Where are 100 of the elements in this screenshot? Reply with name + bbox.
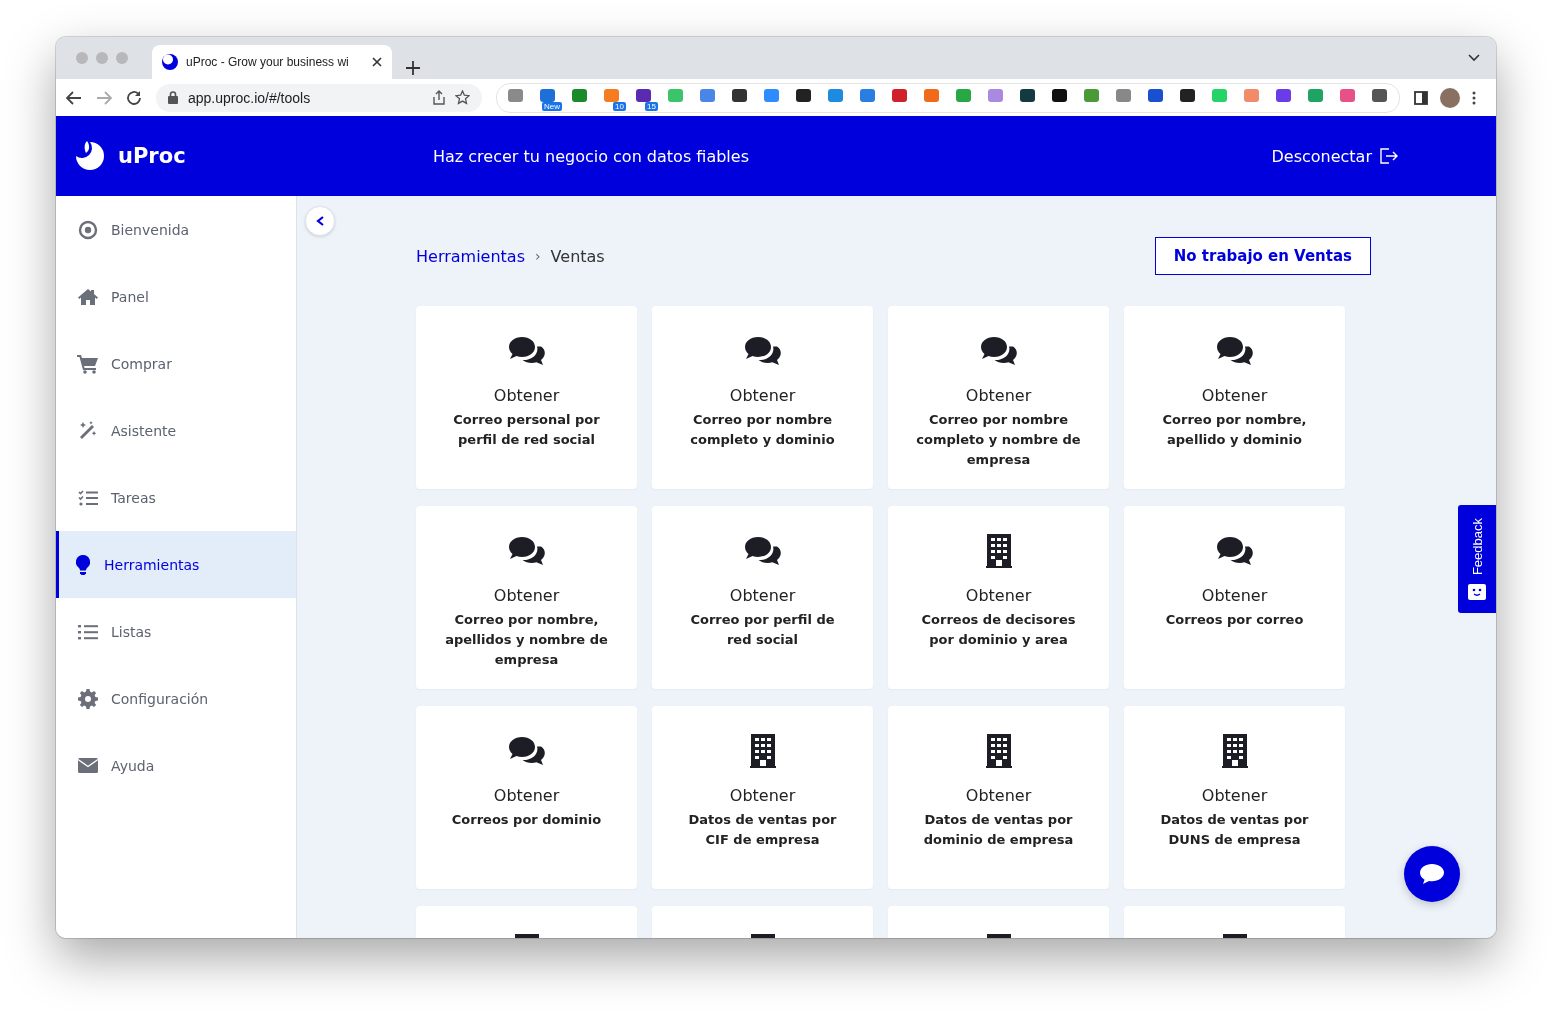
tool-card[interactable]: Obtener Datos de ventas por DUNS de empresa bbox=[1124, 706, 1345, 889]
chat-bubbles-icon bbox=[507, 734, 546, 768]
sidebar-item[interactable]: Tareas bbox=[56, 464, 296, 531]
extension-badge: 15 bbox=[645, 101, 658, 111]
crescent-logo-icon bbox=[162, 54, 178, 70]
card-verb: Obtener bbox=[965, 586, 1032, 605]
sidebar-item[interactable]: Bienvenida bbox=[56, 196, 296, 263]
card-title: Correos de decisores por dominio y area bbox=[920, 611, 1077, 649]
tool-card[interactable]: Obtener Correo por perfil de red social bbox=[652, 506, 873, 689]
card-verb: Obtener bbox=[965, 386, 1032, 405]
extension-icon[interactable] bbox=[1148, 88, 1163, 102]
extension-icon[interactable] bbox=[1052, 88, 1067, 102]
speech-bubble-icon bbox=[1419, 863, 1445, 885]
logout-icon bbox=[1380, 148, 1398, 164]
card-verb: Obtener bbox=[965, 786, 1032, 805]
target-icon bbox=[78, 219, 98, 240]
sidebar-item[interactable]: Listas bbox=[56, 598, 296, 665]
extension-icon[interactable] bbox=[1180, 88, 1195, 102]
sidebar-item[interactable]: Ayuda bbox=[56, 732, 296, 799]
checklist-icon bbox=[78, 489, 98, 506]
chevron-left-icon bbox=[316, 216, 324, 226]
chevron-down-icon[interactable] bbox=[1468, 54, 1480, 62]
card-title: Correo por perfil de red social bbox=[689, 611, 836, 649]
close-icon[interactable] bbox=[372, 57, 382, 67]
extension-icon[interactable] bbox=[1372, 88, 1387, 102]
lock-icon bbox=[168, 91, 178, 104]
sidebar-item[interactable]: Herramientas bbox=[56, 531, 296, 598]
reload-icon[interactable] bbox=[126, 89, 142, 106]
settings-icon bbox=[78, 688, 98, 709]
envelope-icon bbox=[78, 758, 98, 773]
chat-bubbles-icon bbox=[743, 334, 782, 368]
card-verb: Obtener bbox=[493, 786, 560, 805]
magic-wand-icon bbox=[78, 420, 98, 441]
side-panel-icon[interactable] bbox=[1414, 90, 1428, 105]
extension-icon[interactable] bbox=[636, 88, 651, 102]
card-verb: Obtener bbox=[1201, 386, 1268, 405]
card-title: Correo por nombre completo y dominio bbox=[689, 411, 836, 449]
extension-badge: New bbox=[542, 101, 562, 111]
back-arrow-icon[interactable] bbox=[66, 90, 82, 105]
new-tab-icon[interactable] bbox=[406, 61, 420, 75]
tool-card[interactable]: Obtener Correo por nombre, apellidos y nombre de empresa bbox=[416, 506, 637, 689]
extension-icon[interactable] bbox=[732, 88, 747, 102]
card-verb: Obtener bbox=[493, 386, 560, 405]
extension-icon[interactable] bbox=[796, 88, 811, 102]
lightbulb-icon bbox=[76, 554, 90, 575]
avatar-icon[interactable] bbox=[1440, 87, 1460, 108]
card-title: Correo por nombre, apellido y dominio bbox=[1161, 411, 1308, 449]
tool-card[interactable]: Obtener Correos por correo bbox=[1124, 506, 1345, 689]
tool-card[interactable]: Obtener Correo personal por perfil de red social bbox=[416, 306, 637, 489]
tool-card[interactable]: Obtener Datos de ventas por dominio de empresa bbox=[888, 706, 1109, 889]
address-bar[interactable]: app.uproc.io/#/tools bbox=[156, 83, 482, 112]
chat-bubbles-icon bbox=[507, 334, 546, 368]
card-verb: Obtener bbox=[1201, 586, 1268, 605]
card-title: Datos de ventas por CIF de empresa bbox=[687, 811, 838, 849]
tool-card[interactable]: Obtener Correo por nombre, apellido y dominio bbox=[1124, 306, 1345, 489]
tagline: Haz crecer tu negocio con datos fiables bbox=[433, 146, 750, 166]
sidebar-item[interactable]: Panel bbox=[56, 263, 296, 330]
chat-bubbles-icon bbox=[1215, 534, 1254, 568]
sidebar-item[interactable]: Comprar bbox=[56, 330, 296, 397]
card-verb: Obtener bbox=[729, 386, 796, 405]
building-icon bbox=[985, 534, 1012, 568]
chat-bubbles-icon bbox=[743, 534, 782, 568]
smiley-chat-icon bbox=[1468, 583, 1486, 600]
logout-button[interactable]: Desconectar bbox=[1271, 146, 1398, 166]
card-title: Correos por correo bbox=[1165, 611, 1304, 629]
crescent-logo-icon bbox=[74, 140, 106, 172]
tool-card[interactable]: Obtener Correos de decisores por dominio y area bbox=[888, 506, 1109, 689]
breadcrumb-link[interactable]: Herramientas bbox=[416, 246, 525, 266]
extension-icon[interactable] bbox=[1020, 88, 1035, 102]
not-in-sales-button[interactable]: No trabajo en Ventas bbox=[1154, 237, 1371, 275]
building-icon bbox=[749, 734, 776, 768]
tool-card[interactable]: Obtener Datos de ventas por CIF de empresa bbox=[652, 706, 873, 889]
card-verb: Obtener bbox=[1201, 786, 1268, 805]
breadcrumb-separator: › bbox=[535, 248, 541, 264]
share-icon[interactable] bbox=[433, 90, 445, 105]
list-icon bbox=[78, 623, 98, 640]
sidebar-item[interactable]: Configuración bbox=[56, 665, 296, 732]
star-icon[interactable] bbox=[455, 90, 470, 105]
card-title: Datos de ventas por DUNS de empresa bbox=[1159, 811, 1310, 849]
chat-bubbles-icon bbox=[1215, 334, 1254, 368]
card-title: Correo personal por perfil de red social bbox=[452, 411, 601, 449]
tool-card[interactable]: Obtener Correos por dominio bbox=[416, 706, 637, 889]
browser-tab[interactable]: uProc - Grow your business wi bbox=[152, 45, 392, 79]
tool-card[interactable]: Obtener Correo por nombre completo y nombre de empresa bbox=[888, 306, 1109, 489]
card-verb: Obtener bbox=[493, 586, 560, 605]
home-icon bbox=[77, 287, 99, 306]
tool-card[interactable]: Obtener Correo por nombre completo y dominio bbox=[652, 306, 873, 489]
feedback-tab[interactable]: Feedback bbox=[1458, 505, 1496, 613]
extension-badge: 10 bbox=[613, 101, 626, 111]
card-verb: Obtener bbox=[729, 786, 796, 805]
forward-arrow-icon[interactable] bbox=[96, 90, 112, 105]
card-title: Correo por nombre, apellidos y nombre de empresa bbox=[444, 611, 609, 669]
sidebar-item[interactable]: Asistente bbox=[56, 397, 296, 464]
breadcrumb-current: Ventas bbox=[550, 246, 605, 266]
collapse-sidebar-button[interactable] bbox=[305, 206, 335, 236]
building-icon bbox=[1221, 734, 1248, 768]
chat-button[interactable] bbox=[1404, 846, 1460, 902]
more-menu-icon[interactable] bbox=[1472, 90, 1476, 105]
extension-icon[interactable] bbox=[1276, 88, 1291, 102]
chat-bubbles-icon bbox=[979, 334, 1018, 368]
